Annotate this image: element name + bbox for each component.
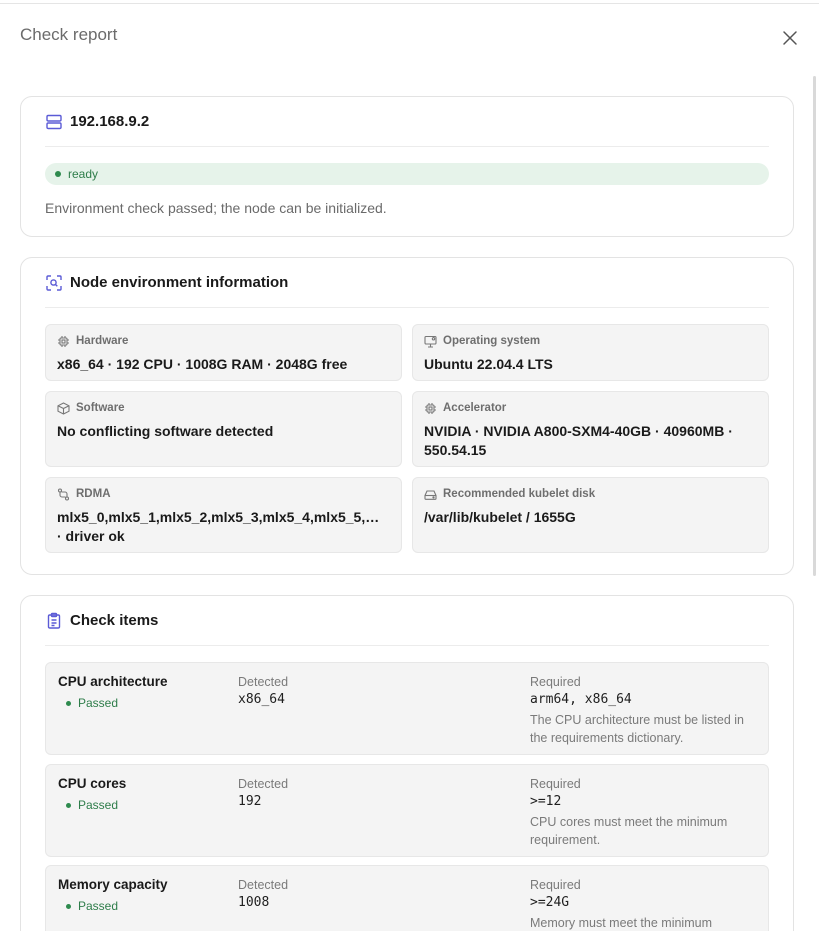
clipboard-icon	[45, 612, 63, 630]
environment-message: Environment check passed; the node can b…	[45, 200, 387, 216]
info-label-software: Software	[76, 402, 125, 414]
check-row-memory-capacity: Memory capacity Passed Detected 1008 Req…	[45, 865, 769, 931]
info-value-rdma-driver: · driver ok	[57, 528, 125, 544]
node-card-header: 192.168.9.2	[45, 97, 769, 147]
check-name: CPU architecture	[58, 674, 168, 689]
info-value-software: No conflicting software detected	[57, 423, 274, 439]
package-icon	[57, 401, 70, 415]
scan-icon	[45, 274, 63, 292]
required-label: Required	[530, 878, 581, 892]
environment-card: Node environment information Hardware x8…	[20, 257, 794, 575]
disk-icon	[424, 488, 437, 501]
detected-label: Detected	[238, 777, 289, 791]
check-items-header: Check items	[45, 596, 769, 646]
info-software: Software No conflicting software detecte…	[45, 391, 402, 467]
detected-value: x86_64	[238, 692, 285, 707]
required-label: Required	[530, 675, 581, 689]
check-status-badge: Passed	[58, 897, 126, 915]
detected-label: Detected	[238, 675, 289, 689]
check-name: CPU cores	[58, 776, 127, 791]
environment-card-header: Node environment information	[45, 258, 769, 308]
node-address: 192.168.9.2	[70, 113, 150, 130]
detected-label: Detected	[238, 878, 289, 892]
node-status-card: 192.168.9.2 ready Environment check pass…	[20, 96, 794, 237]
info-value-accelerator: NVIDIA · NVIDIA A800-SXM4-40GB · 40960MB…	[424, 423, 733, 458]
close-icon[interactable]	[780, 28, 800, 48]
info-value-os: Ubuntu 22.04.4 LTS	[424, 356, 553, 372]
status-text: ready	[68, 167, 99, 181]
requirement-description: Memory must meet the minimum requirement…	[530, 916, 712, 930]
info-label-rdma: RDMA	[76, 488, 111, 500]
required-value: arm64, x86_64	[530, 692, 632, 707]
status-dot	[55, 171, 61, 177]
info-value-kubelet-disk: /var/lib/kubelet / 1655G	[424, 509, 576, 525]
status-badge: ready	[45, 163, 769, 185]
info-hardware: Hardware x86_64 · 192 CPU · 1008G RAM · …	[45, 324, 402, 381]
chip-icon	[424, 402, 437, 415]
monitor-icon	[424, 335, 437, 348]
required-value: >=12	[530, 794, 562, 809]
info-label-hardware: Hardware	[76, 335, 129, 347]
check-row-cpu-cores: CPU cores Passed Detected 192 Required >…	[45, 764, 769, 857]
info-accelerator: Accelerator NVIDIA · NVIDIA A800-SXM4-40…	[412, 391, 769, 467]
environment-title: Node environment information	[70, 274, 289, 291]
check-row-cpu-architecture: CPU architecture Passed Detected x86_64 …	[45, 662, 769, 755]
scrollbar[interactable]	[813, 76, 816, 576]
check-status-badge: Passed	[58, 694, 126, 712]
close-button[interactable]	[780, 28, 800, 48]
info-label-os: Operating system	[443, 335, 541, 347]
detected-value: 1008	[238, 895, 270, 910]
drawer-title: Check report	[20, 25, 118, 44]
check-items-title: Check items	[70, 612, 159, 629]
requirement-description: CPU cores must meet the minimum requirem…	[530, 815, 728, 847]
check-name: Memory capacity	[58, 877, 168, 892]
requirement-description: The CPU architecture must be listed in t…	[530, 713, 744, 745]
info-value-hardware: x86_64 · 192 CPU · 1008G RAM · 2048G fre…	[57, 356, 348, 372]
info-kubelet-disk: Recommended kubelet disk /var/lib/kubele…	[412, 477, 769, 553]
required-value: >=24G	[530, 895, 570, 910]
check-items-card: Check items CPU architecture Passed Dete…	[20, 595, 794, 931]
info-label-accelerator: Accelerator	[443, 402, 507, 414]
info-value-rdma: mlx5_0,mlx5_1,mlx5_2,mlx5_3,mlx5_4,mlx5_…	[57, 509, 390, 525]
drawer-header: Check report	[0, 4, 819, 64]
chip-icon	[57, 335, 70, 348]
server-icon	[45, 113, 63, 131]
info-operating-system: Operating system Ubuntu 22.04.4 LTS	[412, 324, 769, 381]
info-rdma: RDMA mlx5_0,mlx5_1,mlx5_2,mlx5_3,mlx5_4,…	[45, 477, 402, 553]
info-label-kubelet-disk: Recommended kubelet disk	[443, 488, 596, 500]
required-label: Required	[530, 777, 581, 791]
network-icon	[57, 487, 70, 501]
detected-value: 192	[238, 794, 262, 809]
check-status-badge: Passed	[58, 796, 126, 814]
